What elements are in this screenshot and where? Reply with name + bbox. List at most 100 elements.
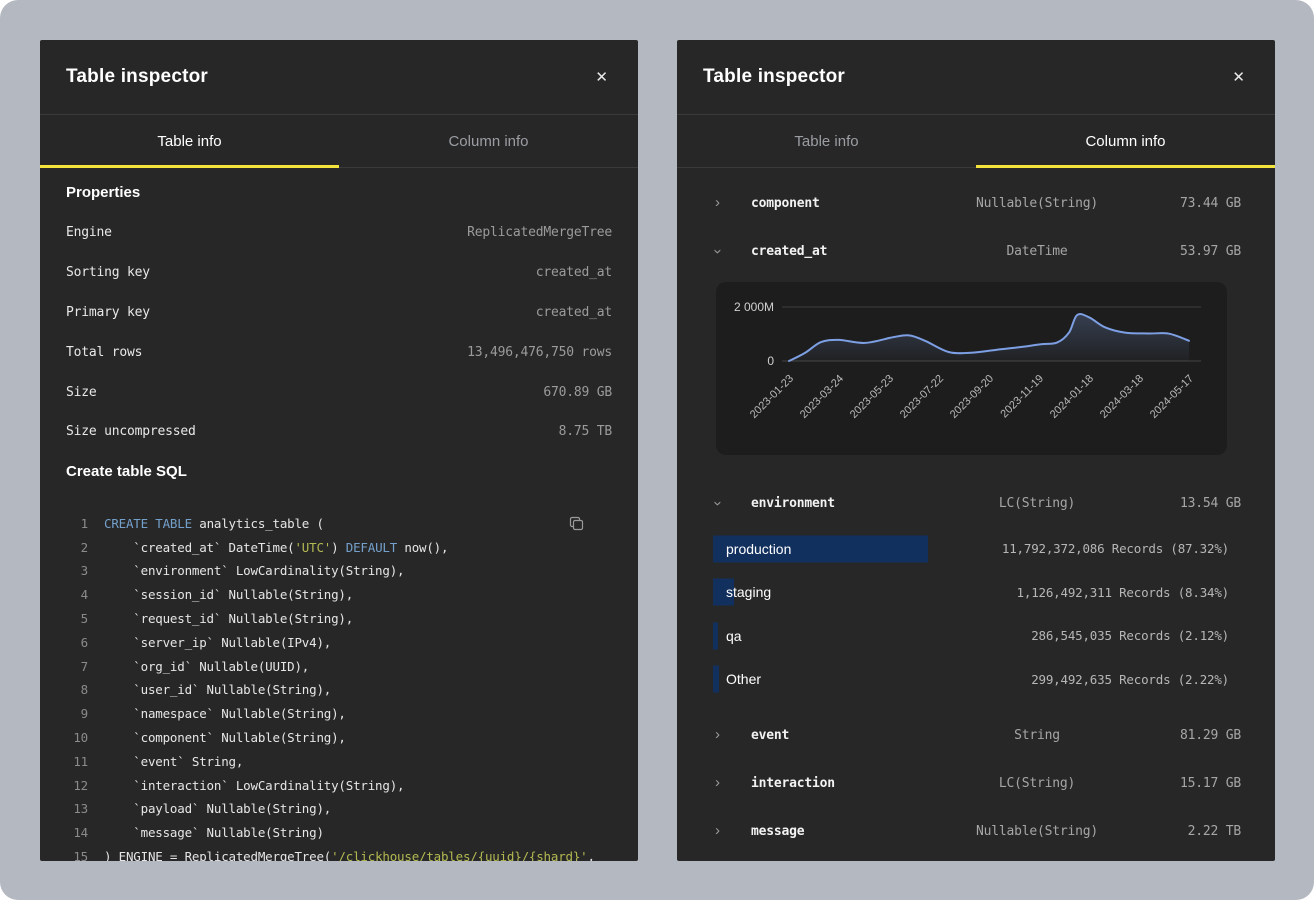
created-at-chart-card: 2 000M02023-01-232023-03-242023-05-23202… (716, 282, 1227, 455)
value-distribution-row: staging 1,126,492,311 Records (8.34%) (703, 571, 1249, 615)
tab-bar: Table info Column info (40, 115, 638, 168)
sql-line-number: 10 (66, 726, 88, 750)
sql-line-number: 8 (66, 678, 88, 702)
value-records-count: 11,792,372,086 Records (87.32%) (1002, 541, 1249, 556)
sql-line: 6 `server_ip` Nullable(IPv4), (66, 631, 612, 655)
sql-line-number: 11 (66, 750, 88, 774)
svg-text:2023-07-22: 2023-07-22 (898, 373, 946, 421)
column-name: interaction (751, 776, 941, 791)
sql-line: 13 `payload` Nullable(String), (66, 797, 612, 821)
sql-code-block: 1 CREATE TABLE analytics_table ( 2 `crea… (66, 512, 612, 861)
column-size: 81.29 GB (1133, 728, 1249, 743)
column-type: LC(String) (941, 776, 1133, 791)
column-row-interaction[interactable]: › interaction LC(String) 15.17 GB (703, 759, 1249, 807)
sql-line-code: `component` Nullable(String), (104, 726, 346, 750)
dialog-header: Table inspector ✕ (677, 40, 1275, 115)
sql-line-number: 6 (66, 631, 88, 655)
copy-icon[interactable] (567, 514, 586, 536)
column-type: String (941, 728, 1133, 743)
sql-line-code: `org_id` Nullable(UUID), (104, 655, 309, 679)
sql-lines: 1 CREATE TABLE analytics_table ( 2 `crea… (66, 512, 612, 861)
column-name: message (751, 824, 941, 839)
chevron-right-icon[interactable]: › (715, 727, 720, 742)
dialog-header: Table inspector ✕ (40, 40, 638, 115)
value-distribution-row: production 11,792,372,086 Records (87.32… (703, 527, 1249, 571)
property-label: Size uncompressed (66, 424, 196, 439)
value-label: production (713, 541, 791, 557)
property-value: created_at (536, 305, 612, 320)
column-type: LC(String) (941, 496, 1133, 511)
property-row: Sorting key created_at (66, 253, 612, 293)
property-value: 13,496,476,750 rows (467, 345, 612, 360)
column-size: 13.54 GB (1133, 496, 1249, 511)
column-name: environment (751, 496, 941, 511)
value-distribution-row: qa 286,545,035 Records (2.12%) (703, 614, 1249, 658)
sql-line: 12 `interaction` LowCardinality(String), (66, 774, 612, 798)
value-label: qa (713, 628, 742, 644)
property-row: Size uncompressed 8.75 TB (66, 412, 612, 452)
svg-text:2024-05-17: 2024-05-17 (1148, 373, 1196, 421)
sql-line-number: 13 (66, 797, 88, 821)
sql-line-code: `payload` Nullable(String), (104, 797, 331, 821)
property-label: Size (66, 385, 97, 400)
column-name: created_at (751, 244, 941, 259)
value-label: Other (713, 671, 761, 687)
value-label: staging (713, 584, 771, 600)
sql-line: 5 `request_id` Nullable(String), (66, 607, 612, 631)
svg-text:2023-09-20: 2023-09-20 (948, 373, 996, 421)
column-row-environment[interactable]: › environment LC(String) 13.54 GB (703, 479, 1249, 527)
column-row-message[interactable]: › message Nullable(String) 2.22 TB (703, 807, 1249, 855)
created-at-area-chart: 2 000M02023-01-232023-03-242023-05-23202… (716, 282, 1227, 455)
property-label: Engine (66, 225, 112, 240)
sql-line-code: `user_id` Nullable(String), (104, 678, 331, 702)
close-icon[interactable]: ✕ (591, 66, 612, 89)
chevron-down-icon[interactable]: › (711, 501, 726, 506)
sql-line-code: `created_at` DateTime('UTC') DEFAULT now… (104, 536, 448, 560)
sql-line-number: 2 (66, 536, 88, 560)
column-size: 53.97 GB (1133, 244, 1249, 259)
dialog-title: Table inspector (703, 66, 845, 88)
chevron-right-icon[interactable]: › (715, 775, 720, 790)
sql-line-code: `session_id` Nullable(String), (104, 583, 353, 607)
sql-line: 1 CREATE TABLE analytics_table ( (66, 512, 612, 536)
value-distribution-row: Other 299,492,635 Records (2.22%) (703, 658, 1249, 702)
column-size: 2.22 TB (1133, 824, 1249, 839)
sql-line-code: CREATE TABLE analytics_table ( (104, 512, 324, 536)
svg-text:2024-01-18: 2024-01-18 (1048, 373, 1096, 421)
tab-table-info[interactable]: Table info (677, 115, 976, 168)
sql-line: 11 `event` String, (66, 750, 612, 774)
sql-line: 14 `message` Nullable(String) (66, 821, 612, 845)
svg-text:2 000M: 2 000M (734, 300, 774, 314)
property-value: 8.75 TB (559, 424, 612, 439)
column-type: DateTime (941, 244, 1133, 259)
sql-line: 4 `session_id` Nullable(String), (66, 583, 612, 607)
column-type: Nullable(String) (941, 824, 1133, 839)
column-row-event[interactable]: › event String 81.29 GB (703, 711, 1249, 759)
property-value: ReplicatedMergeTree (467, 225, 612, 240)
tab-column-info[interactable]: Column info (976, 115, 1275, 168)
chevron-right-icon[interactable]: › (715, 823, 720, 838)
tab-table-info[interactable]: Table info (40, 115, 339, 168)
value-records-count: 299,492,635 Records (2.22%) (1031, 672, 1249, 687)
sql-line-code: `event` String, (104, 750, 243, 774)
sql-line-code: `interaction` LowCardinality(String), (104, 774, 404, 798)
create-table-sql-heading: Create table SQL (66, 463, 612, 480)
close-icon[interactable]: ✕ (1228, 66, 1249, 89)
sql-line-number: 3 (66, 559, 88, 583)
property-row: Size 670.89 GB (66, 372, 612, 412)
sql-line: 9 `namespace` Nullable(String), (66, 702, 612, 726)
svg-text:2023-05-23: 2023-05-23 (848, 373, 896, 421)
sql-line-number: 12 (66, 774, 88, 798)
chevron-down-icon[interactable]: › (711, 249, 726, 254)
column-row-component[interactable]: › component Nullable(String) 73.44 GB (703, 179, 1249, 227)
sql-line-number: 7 (66, 655, 88, 679)
sql-line-number: 4 (66, 583, 88, 607)
column-size: 73.44 GB (1133, 196, 1249, 211)
sql-line: 15 ) ENGINE = ReplicatedMergeTree('/clic… (66, 845, 612, 861)
chevron-right-icon[interactable]: › (715, 195, 720, 210)
sql-line-code: `namespace` Nullable(String), (104, 702, 346, 726)
sql-line-number: 14 (66, 821, 88, 845)
tab-column-info[interactable]: Column info (339, 115, 638, 168)
tab-bar: Table info Column info (677, 115, 1275, 168)
column-row-created_at[interactable]: › created_at DateTime 53.97 GB (703, 227, 1249, 275)
